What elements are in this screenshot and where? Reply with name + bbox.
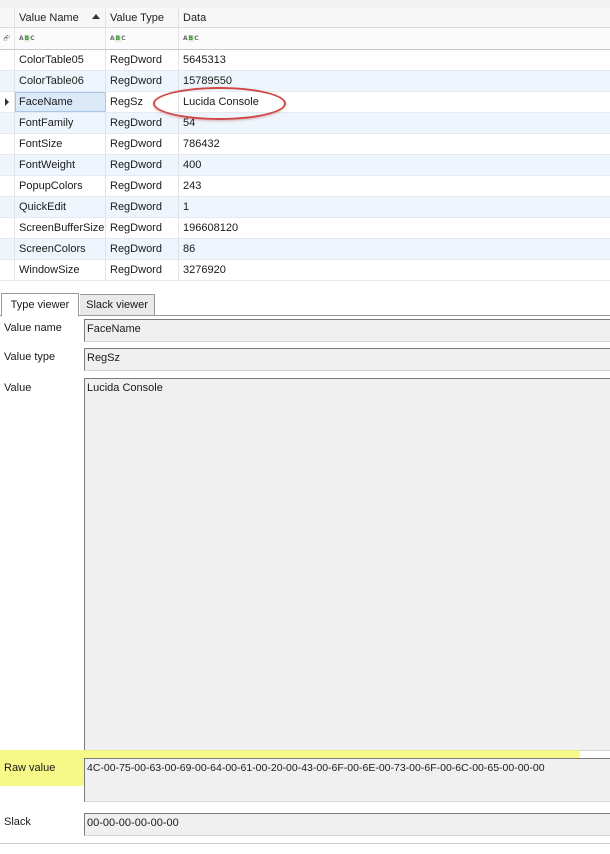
raw-value-text: 4C-00-75-00-63-00-69-00-64-00-61-00-20-0… (87, 762, 545, 774)
row-indicator-header (0, 8, 15, 27)
cell-value-type[interactable]: RegDword (106, 113, 179, 133)
table-row[interactable]: ScreenBufferSize RegDword 196608120 (0, 218, 610, 239)
row-indicator[interactable] (0, 218, 15, 238)
cell-value-type[interactable]: RegDword (106, 71, 179, 91)
cell-data[interactable]: 1 (179, 197, 610, 217)
raw-value-field[interactable]: 4C-00-75-00-63-00-69-00-64-00-61-00-20-0… (84, 758, 610, 802)
abc-filter-icon: ABC (183, 35, 199, 42)
value-text: Lucida Console (87, 382, 163, 394)
cell-value-name[interactable]: FontWeight (15, 155, 106, 175)
cell-value-name[interactable]: ScreenColors (15, 239, 106, 259)
cell-value-type[interactable]: RegDword (106, 239, 179, 259)
row-indicator[interactable] (0, 113, 15, 133)
tab-slack-viewer-label: Slack viewer (86, 299, 148, 311)
tab-type-viewer-label: Type viewer (10, 299, 70, 311)
abc-filter-icon: ABC (110, 35, 126, 42)
column-header-value-type-label: Value Type (110, 11, 165, 24)
cell-data[interactable]: 86 (179, 239, 610, 259)
slack-text: 00-00-00-00-00-00 (87, 817, 179, 829)
value-name-label: Value name (4, 322, 62, 334)
cell-data[interactable]: 3276920 (179, 260, 610, 280)
cell-value-name[interactable]: ScreenBufferSize (15, 218, 106, 238)
cell-value-type[interactable]: RegDword (106, 50, 179, 70)
table-row[interactable]: ColorTable05 RegDword 5645313 (0, 50, 610, 71)
row-indicator[interactable] (0, 155, 15, 175)
filter-value-name[interactable]: ABC (15, 28, 106, 49)
cell-value-type[interactable]: RegDword (106, 197, 179, 217)
grid-filter-row: ⮳ ABC ABC ABC (0, 28, 610, 50)
row-indicator[interactable] (0, 134, 15, 154)
pin-icon: ⮳ (3, 33, 11, 43)
registry-values-grid: Value Name Value Type Data ⮳ ABC ABC ABC… (0, 0, 610, 286)
cell-value-name[interactable]: FaceName (15, 92, 106, 112)
cell-data[interactable]: 400 (179, 155, 610, 175)
column-header-data-label: Data (183, 11, 207, 24)
cell-value-name[interactable]: FontFamily (15, 113, 106, 133)
value-type-field[interactable]: RegSz (84, 348, 610, 371)
cell-value-name[interactable]: ColorTable06 (15, 71, 106, 91)
row-indicator[interactable] (0, 197, 15, 217)
grid-top-strip (0, 0, 610, 8)
cell-value-type[interactable]: RegDword (106, 155, 179, 175)
row-indicator[interactable] (0, 50, 15, 70)
cell-value-name[interactable]: QuickEdit (15, 197, 106, 217)
row-indicator[interactable] (0, 176, 15, 196)
table-row[interactable]: PopupColors RegDword 243 (0, 176, 610, 197)
sort-ascending-icon (92, 14, 100, 19)
grid-header-row: Value Name Value Type Data (0, 8, 610, 28)
value-name-text: FaceName (87, 323, 141, 335)
current-row-arrow-icon (5, 98, 9, 106)
viewer-tabstrip: Type viewer Slack viewer (0, 290, 610, 317)
raw-value-label: Raw value (4, 762, 56, 774)
cell-value-name[interactable]: WindowSize (15, 260, 106, 280)
filter-data[interactable]: ABC (179, 28, 610, 49)
row-indicator[interactable] (0, 239, 15, 259)
cell-value-name[interactable]: FontSize (15, 134, 106, 154)
cell-value-type[interactable]: RegDword (106, 260, 179, 280)
table-row[interactable]: WindowSize RegDword 3276920 (0, 260, 610, 281)
value-label: Value (4, 382, 32, 394)
table-row[interactable]: ColorTable06 RegDword 15789550 (0, 71, 610, 92)
abc-filter-icon: ABC (19, 35, 35, 42)
cell-value-type[interactable]: RegDword (106, 218, 179, 238)
slack-label: Slack (4, 816, 31, 828)
table-row[interactable]: ScreenColors RegDword 86 (0, 239, 610, 260)
table-row[interactable]: FontWeight RegDword 400 (0, 155, 610, 176)
slack-field[interactable]: 00-00-00-00-00-00 (84, 813, 610, 836)
column-header-value-name[interactable]: Value Name (15, 8, 106, 27)
column-header-value-type[interactable]: Value Type (106, 8, 179, 27)
cell-data[interactable]: 786432 (179, 134, 610, 154)
cell-data[interactable]: 54 (179, 113, 610, 133)
tab-type-viewer[interactable]: Type viewer (1, 293, 79, 317)
cell-value-name[interactable]: ColorTable05 (15, 50, 106, 70)
cell-data[interactable]: 196608120 (179, 218, 610, 238)
column-header-data[interactable]: Data (179, 8, 610, 27)
row-indicator[interactable] (0, 92, 15, 112)
cell-value-type[interactable]: RegSz (106, 92, 179, 112)
table-row[interactable]: FaceName RegSz Lucida Console (0, 92, 610, 113)
cell-data[interactable]: 5645313 (179, 50, 610, 70)
filter-pin-cell[interactable]: ⮳ (0, 28, 15, 49)
row-indicator[interactable] (0, 71, 15, 91)
cell-data[interactable]: 243 (179, 176, 610, 196)
table-row[interactable]: QuickEdit RegDword 1 (0, 197, 610, 218)
cell-value-type[interactable]: RegDword (106, 176, 179, 196)
cell-data[interactable]: Lucida Console (179, 92, 610, 112)
value-type-label: Value type (4, 351, 56, 363)
cell-value-name[interactable]: PopupColors (15, 176, 106, 196)
row-indicator[interactable] (0, 260, 15, 280)
cell-value-type[interactable]: RegDword (106, 134, 179, 154)
value-name-field[interactable]: FaceName (84, 319, 610, 342)
cell-data[interactable]: 15789550 (179, 71, 610, 91)
bottom-divider (0, 843, 610, 844)
table-row[interactable]: FontSize RegDword 786432 (0, 134, 610, 155)
value-type-text: RegSz (87, 352, 121, 364)
column-header-value-name-label: Value Name (19, 11, 79, 24)
tab-slack-viewer[interactable]: Slack viewer (80, 294, 155, 316)
filter-value-type[interactable]: ABC (106, 28, 179, 49)
table-row[interactable]: FontFamily RegDword 54 (0, 113, 610, 134)
value-field[interactable]: Lucida Console (84, 378, 610, 751)
